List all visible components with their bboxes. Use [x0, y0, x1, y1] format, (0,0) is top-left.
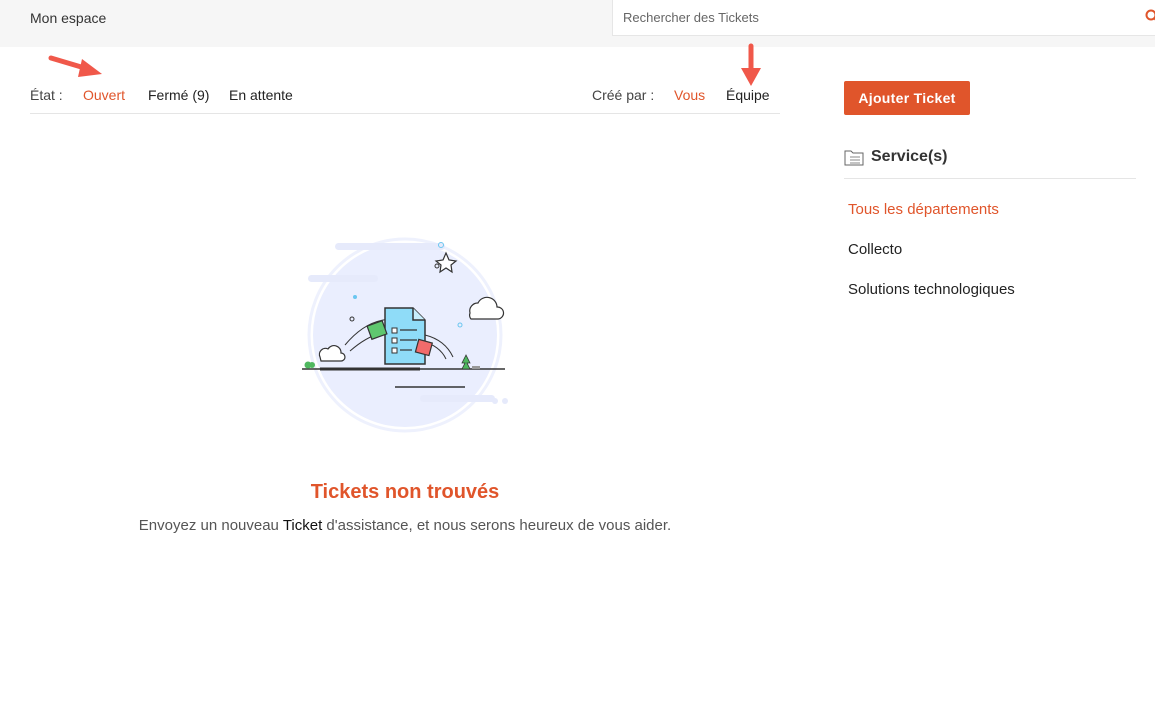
empty-state-subtitle: Envoyez un nouveau Ticket d'assistance, …: [30, 517, 780, 534]
subtitle-ticket-link[interactable]: Ticket: [283, 517, 322, 534]
empty-tickets-illustration: [302, 237, 508, 433]
search-input[interactable]: [613, 0, 1133, 34]
arrow-annotation-icon: [48, 55, 102, 77]
arrow-annotation-icon: [741, 43, 761, 86]
filter-open[interactable]: Ouvert: [83, 87, 125, 103]
state-label: État :: [30, 87, 63, 103]
filter-closed[interactable]: Fermé (9): [148, 87, 209, 103]
empty-state-title: Tickets non trouvés: [310, 481, 500, 503]
services-header: Service(s): [844, 146, 1136, 179]
filter-bar: État : Ouvert Fermé (9) En attente Créé …: [30, 82, 780, 114]
add-ticket-button[interactable]: Ajouter Ticket: [844, 81, 970, 115]
subtitle-after: d'assistance, et nous serons heureux de …: [322, 517, 672, 534]
search-icon[interactable]: [1145, 9, 1155, 23]
department-collecto[interactable]: Collecto: [848, 241, 902, 258]
department-all[interactable]: Tous les départements: [848, 201, 999, 218]
services-title: Service(s): [871, 148, 948, 165]
filter-team[interactable]: Équipe: [726, 87, 770, 103]
brand-title[interactable]: Mon espace: [30, 10, 106, 26]
folder-icon: [844, 150, 864, 166]
created-by-label: Créé par :: [592, 87, 655, 103]
top-bar: Mon espace: [0, 0, 1155, 47]
search-box[interactable]: [612, 0, 1155, 36]
subtitle-before: Envoyez un nouveau: [138, 517, 283, 534]
filter-me[interactable]: Vous: [674, 87, 705, 103]
filter-pending[interactable]: En attente: [229, 87, 293, 103]
department-tech-solutions[interactable]: Solutions technologiques: [848, 281, 1015, 298]
